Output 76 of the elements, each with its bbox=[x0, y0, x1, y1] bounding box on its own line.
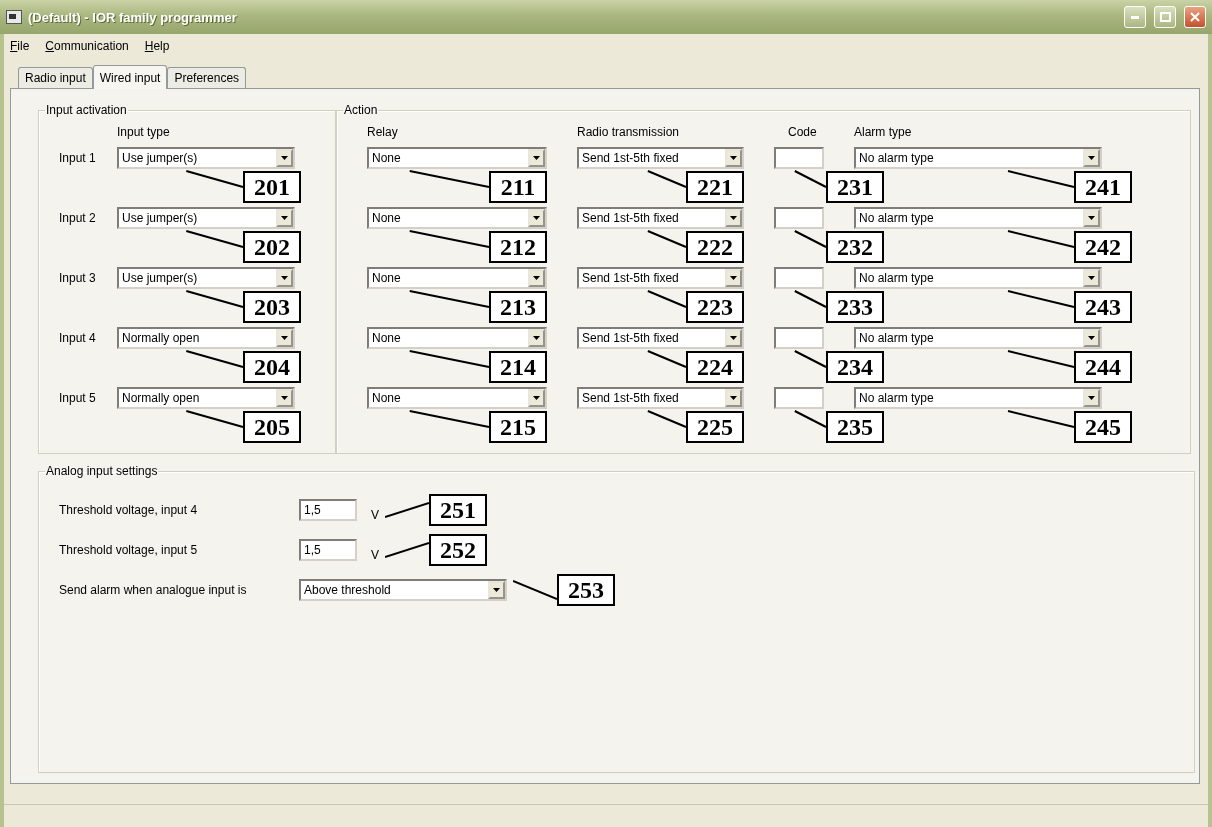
callout-label: 214 bbox=[489, 351, 547, 383]
group-title: Action bbox=[343, 103, 379, 117]
column-header: Relay bbox=[367, 124, 399, 141]
dropdown[interactable]: Normally open bbox=[117, 327, 295, 349]
callout-label: 234 bbox=[826, 351, 884, 383]
dropdown[interactable]: None bbox=[367, 147, 547, 169]
input-field[interactable]: 1,5 bbox=[299, 539, 357, 561]
tab[interactable]: Radio input bbox=[18, 67, 93, 88]
dropdown[interactable]: Use jumper(s) bbox=[117, 267, 295, 289]
dropdown[interactable]: Send 1st-5th fixed bbox=[577, 267, 744, 289]
row-label: Input 4 bbox=[59, 330, 97, 347]
unit-label: V bbox=[371, 508, 379, 522]
dropdown[interactable]: Above threshold bbox=[299, 579, 507, 601]
callout-label: 241 bbox=[1074, 171, 1132, 203]
unit-label: V bbox=[371, 548, 379, 562]
dropdown[interactable]: Send 1st-5th fixed bbox=[577, 207, 744, 229]
callout-label: 225 bbox=[686, 411, 744, 443]
callout-label: 243 bbox=[1074, 291, 1132, 323]
callout-label: 201 bbox=[243, 171, 301, 203]
callout-label: 222 bbox=[686, 231, 744, 263]
callout-label: 213 bbox=[489, 291, 547, 323]
group-title: Analog input settings bbox=[45, 464, 159, 478]
column-header: Input type bbox=[117, 124, 171, 141]
callout-label: 212 bbox=[489, 231, 547, 263]
callout-label: 244 bbox=[1074, 351, 1132, 383]
tab[interactable]: Preferences bbox=[167, 67, 247, 88]
column-header: Radio transmission bbox=[577, 124, 681, 141]
dropdown[interactable]: None bbox=[367, 327, 547, 349]
menu-item[interactable]: File bbox=[8, 39, 32, 53]
dropdown[interactable]: No alarm type bbox=[854, 327, 1102, 349]
dropdown[interactable]: No alarm type bbox=[854, 267, 1102, 289]
dropdown[interactable]: No alarm type bbox=[854, 387, 1102, 409]
callout-label: 252 bbox=[429, 534, 487, 566]
callout-label: 242 bbox=[1074, 231, 1132, 263]
dropdown[interactable]: No alarm type bbox=[854, 207, 1102, 229]
row-label: Input 3 bbox=[59, 270, 97, 287]
input-field[interactable]: 1,5 bbox=[299, 499, 357, 521]
dropdown[interactable]: Normally open bbox=[117, 387, 295, 409]
menu-item[interactable]: Communication bbox=[43, 39, 131, 53]
callout-label: 224 bbox=[686, 351, 744, 383]
column-header: Alarm type bbox=[854, 124, 913, 141]
row-label: Input 5 bbox=[59, 390, 97, 407]
dropdown[interactable]: None bbox=[367, 207, 547, 229]
dropdown[interactable]: Send 1st-5th fixed bbox=[577, 147, 744, 169]
menu-item[interactable]: Help bbox=[142, 39, 172, 53]
callout-label: 232 bbox=[826, 231, 884, 263]
callout-label: 202 bbox=[243, 231, 301, 263]
column-header: Code bbox=[787, 124, 818, 141]
row-label: Input 2 bbox=[59, 210, 97, 227]
dropdown[interactable]: None bbox=[367, 387, 547, 409]
callout-label: 205 bbox=[243, 411, 301, 443]
callout-label: 223 bbox=[686, 291, 744, 323]
callout-label: 215 bbox=[489, 411, 547, 443]
dropdown[interactable]: None bbox=[367, 267, 547, 289]
dropdown[interactable]: Use jumper(s) bbox=[117, 207, 295, 229]
dropdown[interactable]: Use jumper(s) bbox=[117, 147, 295, 169]
row-label: Input 1 bbox=[59, 150, 97, 167]
window-title: (Default) - IOR family programmer bbox=[28, 9, 238, 25]
callout-label: 235 bbox=[826, 411, 884, 443]
callout-label: 204 bbox=[243, 351, 301, 383]
callout-label: 231 bbox=[826, 171, 884, 203]
field-label: Threshold voltage, input 5 bbox=[59, 542, 199, 559]
dropdown[interactable]: Send 1st-5th fixed bbox=[577, 327, 744, 349]
callout-label: 211 bbox=[489, 171, 547, 203]
callout-label: 253 bbox=[557, 574, 615, 606]
callout-label: 245 bbox=[1074, 411, 1132, 443]
callout-label: 233 bbox=[826, 291, 884, 323]
group-title: Input activation bbox=[45, 103, 128, 117]
callout-label: 221 bbox=[686, 171, 744, 203]
tab[interactable]: Wired input bbox=[92, 65, 168, 89]
field-label: Send alarm when analogue input is bbox=[59, 582, 248, 599]
field-label: Threshold voltage, input 4 bbox=[59, 502, 199, 519]
dropdown[interactable]: Send 1st-5th fixed bbox=[577, 387, 744, 409]
callout-label: 203 bbox=[243, 291, 301, 323]
callout-label: 251 bbox=[429, 494, 487, 526]
dropdown[interactable]: No alarm type bbox=[854, 147, 1102, 169]
